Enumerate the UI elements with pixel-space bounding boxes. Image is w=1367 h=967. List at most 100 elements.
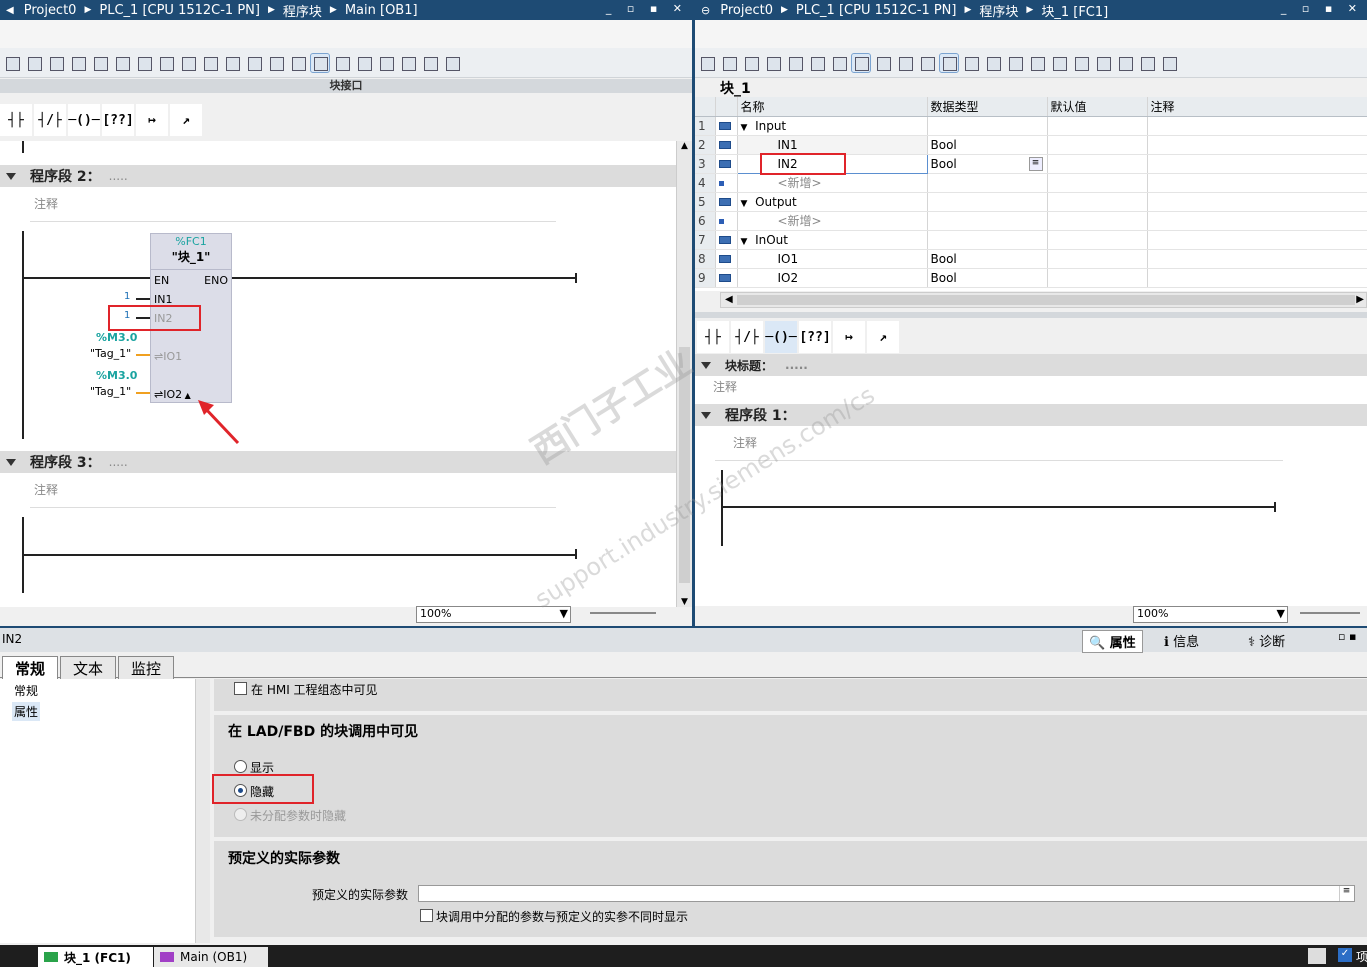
open-branch-icon[interactable]: ↦ [833, 321, 865, 353]
no-contact-icon[interactable]: ┤├ [697, 321, 729, 353]
toolbar-icon[interactable] [355, 54, 373, 72]
radio-hide-unassigned[interactable] [234, 808, 247, 821]
right-ladder-editor[interactable]: 块标题： ..... 注释 程序段 1： 注释 [695, 354, 1367, 606]
check-icon[interactable]: ✓ [1338, 948, 1352, 962]
predefined-picker-icon[interactable]: ≡ [1339, 886, 1353, 901]
tab-general[interactable]: 常规 [2, 656, 59, 680]
open-branch-icon[interactable]: ↦ [136, 104, 168, 136]
nc-contact-icon[interactable]: ┤/├ [731, 321, 763, 353]
collapse-icon[interactable] [701, 361, 711, 369]
radio-show[interactable] [234, 760, 247, 773]
toolbar-icon[interactable] [3, 54, 21, 72]
io2-tag[interactable]: "Tag_1" [90, 385, 131, 398]
in2-value[interactable]: 1 [124, 310, 130, 321]
col-default[interactable]: 默认值 [1047, 97, 1148, 117]
network-1-comment[interactable]: 注释 [733, 434, 757, 451]
hmi-checkbox[interactable] [234, 682, 247, 695]
predefined-input[interactable]: ≡ [418, 885, 1355, 902]
param-type[interactable]: Bool [927, 268, 1048, 288]
nc-contact-icon[interactable]: ┤/├ [34, 104, 66, 136]
param-name[interactable]: Output [755, 195, 797, 209]
toolbar-icon[interactable] [1006, 54, 1024, 72]
tab-texts[interactable]: 文本 [60, 656, 117, 680]
toolbar-icon[interactable] [764, 54, 782, 72]
collapse-icon[interactable] [6, 172, 16, 180]
io1-address[interactable]: %M3.0 [96, 331, 137, 344]
toolbar-icon[interactable] [962, 54, 980, 72]
nav-general[interactable]: 常规 [0, 679, 195, 702]
table-row[interactable]: 7 ▼ InOut [695, 230, 1367, 250]
empty-box-icon[interactable]: [??] [102, 104, 134, 136]
in1-value[interactable]: 1 [124, 291, 130, 302]
table-row[interactable]: 8 IO1 Bool [695, 249, 1367, 269]
task-tab-main[interactable]: Main (OB1) [154, 947, 268, 967]
nav-attributes[interactable]: 属性 [12, 702, 41, 721]
toolbar-icon[interactable] [742, 54, 760, 72]
type-picker-icon[interactable]: ≡ [1028, 156, 1043, 171]
right-zoom-slider[interactable] [1300, 612, 1360, 614]
toolbar-icon[interactable] [1160, 54, 1178, 72]
table-row[interactable]: 2 IN1 Bool [695, 135, 1367, 155]
param-type[interactable]: Bool [927, 135, 1048, 155]
toolbar-icon[interactable] [399, 54, 417, 72]
toolbar-icon[interactable] [808, 54, 826, 72]
toolbar-icon[interactable] [984, 54, 1002, 72]
crumb-plc[interactable]: PLC_1 [CPU 1512C-1 PN] [99, 3, 260, 18]
coil-icon[interactable]: ─()─ [765, 321, 797, 353]
no-contact-icon[interactable]: ┤├ [0, 104, 32, 136]
toolbar-icon[interactable] [267, 54, 285, 72]
network-2-header[interactable]: 程序段 2： ..... [0, 165, 676, 187]
toolbar-icon[interactable] [786, 54, 804, 72]
param-name[interactable]: Input [755, 119, 786, 133]
toolbar-icon[interactable] [830, 54, 848, 72]
block-comment[interactable]: 注释 [713, 378, 737, 395]
toolbar-icon[interactable] [333, 54, 351, 72]
left-ladder-editor[interactable]: 程序段 2： ..... 注释 %FC1 "块_1" EN ENO IN1 IN… [0, 141, 676, 607]
left-zoom-select[interactable]: 100% ▼ [416, 606, 571, 623]
network-2-comment[interactable]: 注释 [34, 195, 58, 212]
collapse-icon[interactable] [6, 458, 16, 466]
param-name[interactable]: <新增> [778, 176, 822, 190]
left-zoom-slider[interactable] [590, 612, 656, 614]
param-name[interactable]: InOut [755, 233, 788, 247]
toolbar-icon[interactable] [874, 54, 892, 72]
table-row[interactable]: 1 ▼ Input [695, 116, 1367, 136]
predefined-checkbox[interactable] [420, 909, 433, 922]
empty-box-icon[interactable]: [??] [799, 321, 831, 353]
toolbar-icon[interactable] [1028, 54, 1046, 72]
nav-splitter[interactable] [196, 679, 210, 943]
table-row-selected[interactable]: 3 IN2 Bool ≡ [695, 152, 1367, 175]
left-vertical-scrollbar[interactable]: ▲ ▼ [676, 141, 692, 607]
toolbar-icon[interactable] [179, 54, 197, 72]
param-type[interactable]: Bool [931, 157, 957, 171]
close-branch-icon[interactable]: ↗ [867, 321, 899, 353]
toolbar-icon[interactable] [310, 52, 330, 73]
param-type[interactable] [927, 173, 1048, 193]
crumb-project[interactable]: Project0 [24, 3, 77, 18]
param-type[interactable] [927, 230, 1048, 250]
toolbar-icon[interactable] [1138, 54, 1156, 72]
toolbar-icon[interactable] [113, 54, 131, 72]
toolbar-icon[interactable] [157, 54, 175, 72]
toolbar-icon[interactable] [896, 54, 914, 72]
diagnostics-tab[interactable]: ⚕ 诊断 [1242, 630, 1291, 651]
param-type[interactable] [927, 116, 1048, 136]
toolbar-icon[interactable] [1050, 54, 1068, 72]
crumb-project[interactable]: Project0 [720, 3, 773, 18]
param-type[interactable] [927, 211, 1048, 231]
right-zoom-select[interactable]: 100% ▼ [1133, 606, 1288, 623]
inspector-window-controls[interactable]: ▫ ▪ [1338, 630, 1356, 643]
param-name[interactable]: IO2 [778, 271, 799, 285]
param-name[interactable]: <新增> [778, 214, 822, 228]
param-type[interactable]: Bool [927, 249, 1048, 269]
toolbar-icon[interactable] [918, 54, 936, 72]
toolbar-icon[interactable] [851, 52, 871, 73]
table-row[interactable]: 6 <新增> [695, 211, 1367, 231]
toolbar-icon[interactable] [421, 54, 439, 72]
close-branch-icon[interactable]: ↗ [170, 104, 202, 136]
toolbar-icon[interactable] [245, 54, 263, 72]
toolbar-icon[interactable] [289, 54, 307, 72]
io2-address[interactable]: %M3.0 [96, 369, 137, 382]
io1-tag[interactable]: "Tag_1" [90, 347, 131, 360]
param-type[interactable] [927, 192, 1048, 212]
